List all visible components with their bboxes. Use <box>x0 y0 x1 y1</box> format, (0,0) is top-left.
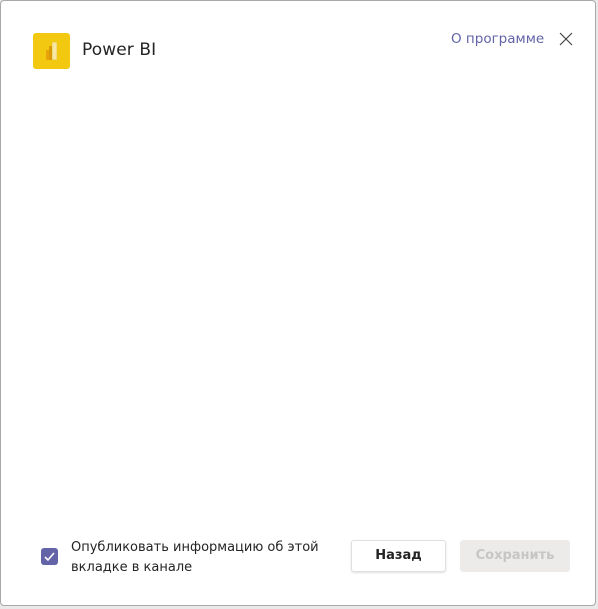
save-button[interactable]: Сохранить <box>460 540 570 572</box>
publish-checkbox[interactable] <box>41 548 58 565</box>
back-button[interactable]: Назад <box>351 540 446 572</box>
checkmark-icon <box>44 552 55 562</box>
app-title: Power BI <box>82 40 157 60</box>
tab-config-dialog: Power BI О программе Опубликовать информ… <box>0 0 596 606</box>
close-button[interactable] <box>556 29 576 49</box>
power-bi-icon <box>33 33 70 69</box>
close-icon <box>559 32 573 46</box>
about-link[interactable]: О программе <box>451 31 544 47</box>
publish-checkbox-label: Опубликовать информацию об этой вкладке … <box>71 540 319 575</box>
